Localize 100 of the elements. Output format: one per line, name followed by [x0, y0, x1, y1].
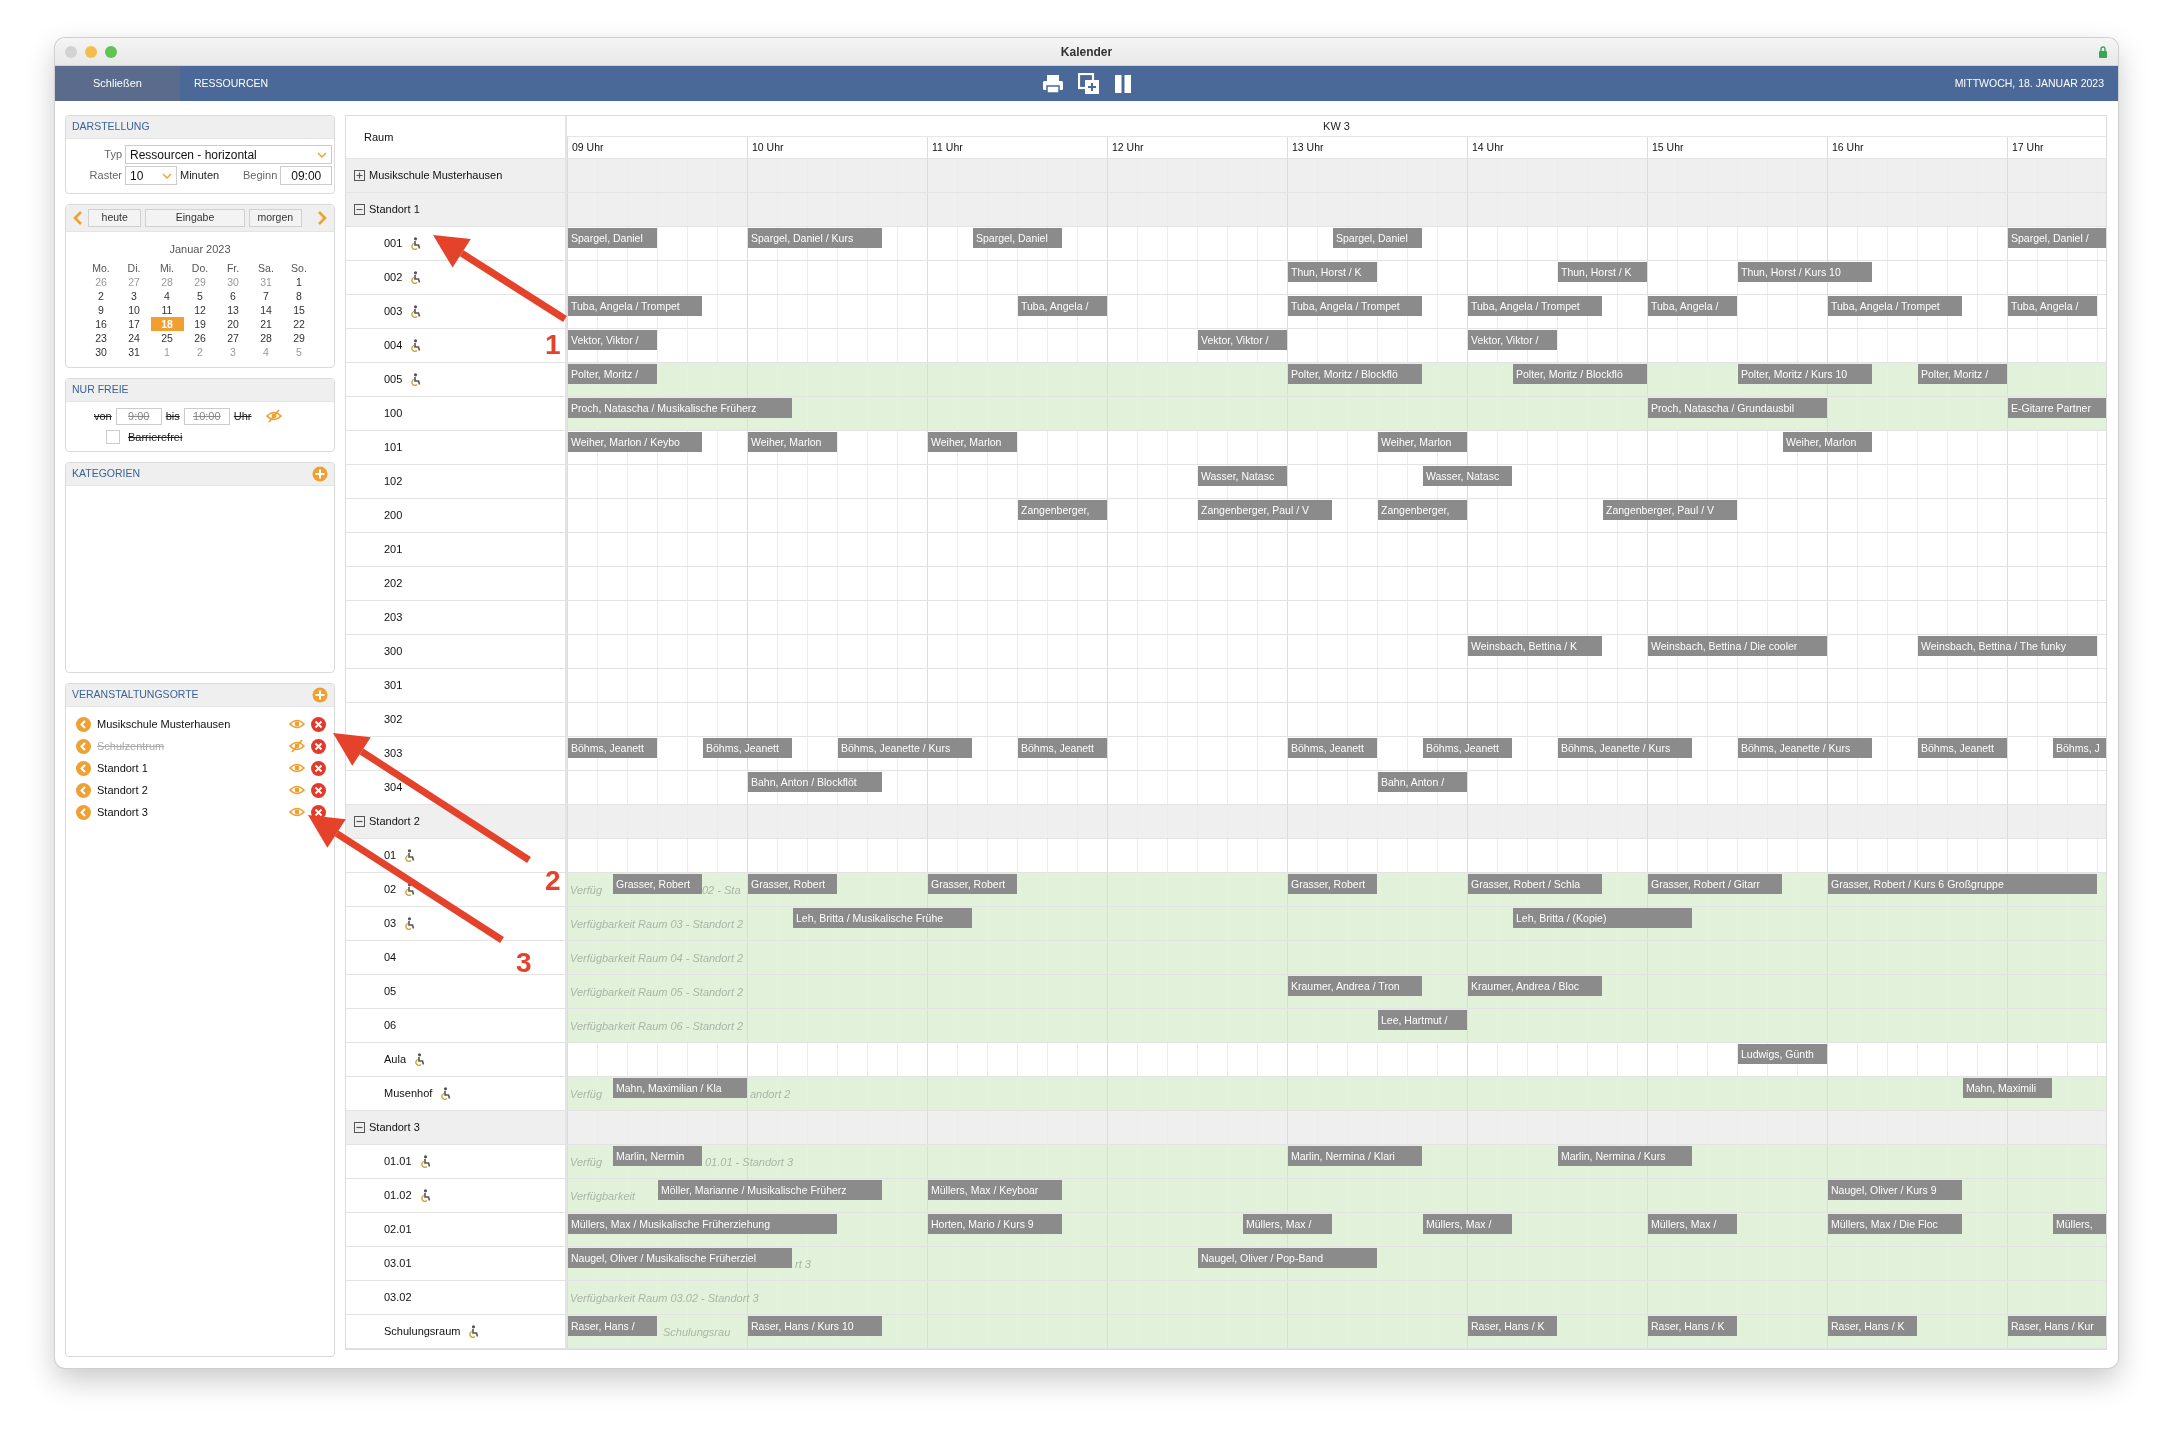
chevron-right-icon[interactable] — [316, 210, 328, 226]
eye-slash-icon[interactable] — [265, 409, 282, 423]
calendar-day[interactable]: 28 — [150, 274, 184, 289]
event-block[interactable]: Grasser, Robert — [1288, 874, 1377, 894]
calendar-day[interactable]: 9 — [84, 302, 118, 317]
entry-button[interactable]: Eingabe — [145, 209, 245, 227]
calendar-day[interactable]: 12 — [183, 302, 217, 317]
event-block[interactable]: Weinsbach, Bettina / Die cooler — [1648, 636, 1827, 656]
calendar-day[interactable]: 16 — [84, 316, 118, 331]
event-block[interactable]: Weiher, Marlon — [1783, 432, 1872, 452]
calendar-day[interactable]: 14 — [249, 302, 283, 317]
event-block[interactable]: Raser, Hans / Kur — [2008, 1316, 2106, 1336]
collapse-icon[interactable] — [354, 204, 365, 215]
calendar-day[interactable]: 27 — [216, 330, 250, 345]
calendar-day[interactable]: 10 — [117, 302, 151, 317]
event-block[interactable]: Zangenberger, — [1018, 500, 1107, 520]
event-block[interactable]: Müllers, Max / — [1243, 1214, 1332, 1234]
calendar-day[interactable]: 4 — [150, 288, 184, 303]
event-block[interactable]: Ludwigs, Günth — [1738, 1044, 1827, 1064]
event-block[interactable]: Leh, Britta / (Kopie) — [1513, 908, 1692, 928]
event-block[interactable]: Böhms, Jeanett — [1423, 738, 1512, 758]
add-window-icon[interactable] — [1077, 72, 1100, 95]
event-block[interactable]: Böhms, Jeanett — [1288, 738, 1377, 758]
event-block[interactable]: Böhms, Jeanett — [568, 738, 657, 758]
eye-icon[interactable] — [289, 717, 305, 731]
event-block[interactable]: Tuba, Angela / — [2008, 296, 2097, 316]
minimize-button[interactable] — [85, 45, 97, 58]
event-block[interactable]: Weiher, Marlon / Keybo — [568, 432, 702, 452]
calendar-day[interactable]: 30 — [216, 274, 250, 289]
event-block[interactable]: Böhms, Jeanette / Kurs — [838, 738, 972, 758]
event-block[interactable]: Proch, Natascha / Grundausbil — [1648, 398, 1827, 418]
event-block[interactable]: Raser, Hans / K — [1648, 1316, 1737, 1336]
event-block[interactable]: Weiher, Marlon — [748, 432, 837, 452]
event-block[interactable]: Spargel, Daniel / Kurs — [748, 228, 882, 248]
calendar-day[interactable]: 18 — [150, 316, 184, 331]
event-block[interactable]: Kraumer, Andrea / Bloc — [1468, 976, 1602, 996]
calendar-day[interactable]: 29 — [282, 330, 316, 345]
eye-icon[interactable] — [289, 805, 305, 819]
event-block[interactable]: Spargel, Daniel / — [2008, 228, 2106, 248]
calendar-day[interactable]: 1 — [282, 274, 316, 289]
calendar-day[interactable]: 4 — [249, 344, 283, 359]
event-block[interactable]: Thun, Horst / K — [1558, 262, 1647, 282]
calendar-day[interactable]: 31 — [249, 274, 283, 289]
event-block[interactable]: Mahn, Maximilian / Kla — [613, 1078, 747, 1098]
columns-icon[interactable] — [1113, 73, 1132, 94]
event-block[interactable]: E-Gitarre Partner — [2008, 398, 2106, 418]
event-block[interactable]: Tuba, Angela / — [1648, 296, 1737, 316]
event-block[interactable]: Zangenberger, Paul / V — [1198, 500, 1332, 520]
event-block[interactable]: Wasser, Natasc — [1423, 466, 1512, 486]
checkbox[interactable] — [106, 429, 120, 444]
event-block[interactable]: Grasser, Robert / Gitarr — [1648, 874, 1782, 894]
calendar-day[interactable]: 26 — [84, 274, 118, 289]
event-block[interactable]: Böhms, Jeanett — [703, 738, 792, 758]
event-block[interactable]: Böhms, Jeanett — [1018, 738, 1107, 758]
event-block[interactable]: Grasser, Robert / Schla — [1468, 874, 1602, 894]
event-block[interactable]: Raser, Hans / Kurs 10 — [748, 1316, 882, 1336]
grid-select[interactable]: 10 — [125, 166, 177, 185]
remove-icon[interactable] — [311, 760, 326, 776]
event-block[interactable]: Spargel, Daniel — [1333, 228, 1422, 248]
calendar-day[interactable]: 24 — [117, 330, 151, 345]
today-button[interactable]: heute — [88, 209, 142, 227]
calendar-day[interactable]: 19 — [183, 316, 217, 331]
to-time-field[interactable]: 10:00 — [183, 407, 230, 425]
event-block[interactable]: Proch, Natascha / Musikalische Früherz — [568, 398, 792, 418]
calendar-day[interactable]: 20 — [216, 316, 250, 331]
event-block[interactable]: Vektor, Viktor / — [1468, 330, 1557, 350]
event-block[interactable]: Vektor, Viktor / — [568, 330, 657, 350]
eye-slash-icon[interactable] — [289, 739, 305, 753]
remove-icon[interactable] — [311, 716, 326, 732]
event-block[interactable]: Böhms, Jeanett — [1918, 738, 2007, 758]
event-block[interactable]: Kraumer, Andrea / Tron — [1288, 976, 1422, 996]
event-block[interactable]: Naugel, Oliver / Kurs 9 — [1828, 1180, 1962, 1200]
event-block[interactable]: Tuba, Angela / Trompet — [1828, 296, 1962, 316]
calendar-day[interactable]: 6 — [216, 288, 250, 303]
type-select[interactable]: Ressourcen - horizontal — [125, 145, 333, 164]
event-block[interactable]: Müllers, Max / Musikalische Früherziehung — [568, 1214, 837, 1234]
event-block[interactable]: Raser, Hans / K — [1468, 1316, 1557, 1336]
event-block[interactable]: Raser, Hans / — [568, 1316, 657, 1336]
event-block[interactable]: Müllers, Max / Die Floc — [1828, 1214, 1962, 1234]
event-block[interactable]: Bahn, Anton / — [1378, 772, 1467, 792]
event-block[interactable]: Grasser, Robert / Kurs 6 Großgruppe — [1828, 874, 2097, 894]
close-button[interactable] — [65, 45, 77, 58]
event-block[interactable]: Thun, Horst / Kurs 10 — [1738, 262, 1872, 282]
event-block[interactable]: Böhms, Jeanette / Kurs — [1558, 738, 1692, 758]
event-block[interactable]: Marlin, Nermina / Kurs — [1558, 1146, 1692, 1166]
event-block[interactable]: Mahn, Maximili — [1963, 1078, 2052, 1098]
event-block[interactable]: Wasser, Natasc — [1198, 466, 1287, 486]
remove-icon[interactable] — [311, 738, 326, 754]
tomorrow-button[interactable]: morgen — [248, 209, 302, 227]
event-block[interactable]: Zangenberger, — [1378, 500, 1467, 520]
event-block[interactable]: Naugel, Oliver / Musikalische Früherziel — [568, 1248, 792, 1268]
calendar-day[interactable]: 25 — [150, 330, 184, 345]
event-block[interactable]: Leh, Britta / Musikalische Frühe — [793, 908, 972, 928]
calendar-day[interactable]: 5 — [183, 288, 217, 303]
event-block[interactable]: Müllers, Max / — [1648, 1214, 1737, 1234]
event-block[interactable]: Vektor, Viktor / — [1198, 330, 1287, 350]
event-block[interactable]: Böhms, Jeanette / Kurs — [1738, 738, 1872, 758]
calendar-day[interactable]: 21 — [249, 316, 283, 331]
calendar-day[interactable]: 17 — [117, 316, 151, 331]
eye-icon[interactable] — [289, 783, 305, 797]
